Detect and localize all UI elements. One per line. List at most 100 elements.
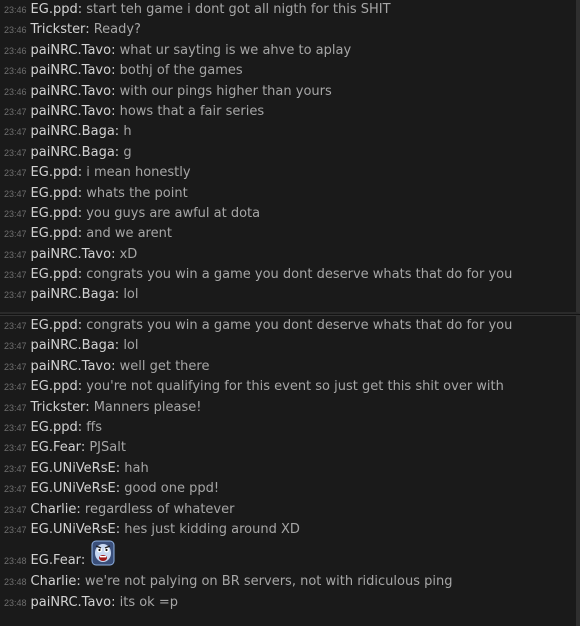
message-author[interactable]: paiNRC.Tavo bbox=[31, 247, 112, 262]
chat-message: 23:46 EG.ppd: start teh game i dont got a… bbox=[4, 2, 391, 17]
chat-message: 23:48 Charlie: we're not palying on BR se… bbox=[4, 574, 453, 590]
chat-log-lower: 23:47 EG.ppd: congrats you win a game you… bbox=[0, 315, 580, 626]
message-text: i mean honestly bbox=[86, 165, 191, 181]
message-text: we're not palying on BR servers, not wit… bbox=[84, 574, 453, 590]
message-text: bothj of the games bbox=[119, 63, 243, 79]
message-timestamp: 23:47 bbox=[4, 443, 27, 454]
chat-message: 23:48 paiNRC.Tavo: its ok =p bbox=[4, 594, 178, 610]
chat-message: 23:47 EG.ppd: you guys are awful at dota bbox=[4, 205, 261, 221]
message-author[interactable]: paiNRC.Tavo bbox=[31, 84, 112, 99]
message-timestamp: 23:48 bbox=[4, 556, 27, 567]
message-text: Ready? bbox=[93, 22, 141, 38]
message-timestamp: 23:47 bbox=[4, 147, 27, 158]
chat-message: 23:46 paiNRC.Tavo: bothj of the games bbox=[4, 63, 243, 79]
chat-message: 23:46 paiNRC.Tavo: what ur sayting is we … bbox=[4, 42, 352, 58]
message-author[interactable]: EG.ppd bbox=[31, 226, 78, 241]
message-timestamp: 23:47 bbox=[4, 402, 27, 413]
message-author[interactable]: EG.UNiVeRsE bbox=[31, 481, 116, 496]
chat-message: 23:47 EG.UNiVeRsE: hes just kidding aroun… bbox=[4, 521, 300, 537]
message-timestamp: 23:47 bbox=[4, 484, 27, 495]
message-text: good one ppd! bbox=[124, 481, 220, 497]
message-author[interactable]: EG.ppd bbox=[31, 165, 78, 180]
chat-message: 23:47 paiNRC.Tavo: hows that a fair serie… bbox=[4, 103, 265, 119]
message-author[interactable]: paiNRC.Tavo bbox=[31, 595, 112, 610]
message-text: regardless of whatever bbox=[84, 501, 235, 517]
chat-message: 23:47 EG.ppd: and we arent bbox=[4, 226, 172, 242]
message-author[interactable]: paiNRC.Tavo bbox=[31, 104, 112, 119]
message-text: hows that a fair series bbox=[119, 103, 265, 119]
message-author[interactable]: Charlie bbox=[31, 502, 77, 517]
message-timestamp: 23:46 bbox=[4, 86, 27, 97]
message-timestamp: 23:46 bbox=[4, 45, 27, 56]
message-text: hah bbox=[124, 460, 149, 476]
message-timestamp: 23:47 bbox=[4, 341, 27, 352]
message-timestamp: 23:47 bbox=[4, 290, 27, 301]
message-text: with our pings higher than yours bbox=[119, 83, 332, 99]
chat-message: 23:47 EG.ppd: congrats you win a game you… bbox=[4, 318, 513, 333]
message-author[interactable]: Charlie bbox=[31, 574, 77, 589]
chat-message: 23:48 EG.Fear: bbox=[0, 540, 576, 572]
message-author[interactable]: Trickster bbox=[31, 22, 86, 37]
chat-message: 23:47 EG.ppd: ffs bbox=[4, 419, 102, 435]
message-timestamp: 23:47 bbox=[4, 382, 27, 393]
message-text: you're not qualifying for this event so … bbox=[86, 379, 504, 395]
message-author[interactable]: EG.ppd bbox=[31, 379, 78, 394]
message-text: g bbox=[123, 144, 132, 160]
message-text: lol bbox=[123, 338, 139, 354]
message-timestamp: 23:46 bbox=[4, 5, 27, 15]
message-timestamp: 23:47 bbox=[4, 127, 27, 138]
message-author[interactable]: paiNRC.Tavo bbox=[31, 359, 112, 374]
message-author[interactable]: EG.Fear bbox=[31, 440, 81, 455]
message-author[interactable]: EG.UNiVeRsE bbox=[31, 461, 116, 476]
message-author[interactable]: EG.ppd bbox=[31, 267, 78, 282]
chat-message: 23:47 paiNRC.Baga: g bbox=[4, 144, 132, 160]
message-text: ffs bbox=[86, 419, 102, 435]
message-text: start teh game i dont got all nigth for … bbox=[86, 2, 391, 17]
message-timestamp: 23:47 bbox=[4, 168, 27, 179]
message-text: lol bbox=[123, 287, 139, 303]
message-text: whats the point bbox=[86, 185, 188, 201]
message-author[interactable]: EG.ppd bbox=[31, 2, 78, 17]
angry-face-emote-icon bbox=[91, 540, 115, 566]
message-text: Manners please! bbox=[93, 399, 202, 415]
message-text: xD bbox=[119, 246, 138, 262]
chat-message: 23:46 paiNRC.Tavo: with our pings higher … bbox=[4, 83, 332, 99]
message-timestamp: 23:47 bbox=[4, 524, 27, 535]
message-author[interactable]: Trickster bbox=[31, 400, 86, 415]
message-timestamp: 23:47 bbox=[4, 188, 27, 199]
message-timestamp: 23:47 bbox=[4, 422, 27, 433]
chat-message: 23:47 EG.UNiVeRsE: good one ppd! bbox=[4, 481, 220, 497]
message-author[interactable]: paiNRC.Tavo bbox=[31, 43, 112, 58]
message-author[interactable]: paiNRC.Tavo bbox=[31, 63, 112, 78]
message-author[interactable]: paiNRC.Baga bbox=[31, 145, 115, 160]
message-timestamp: 23:47 bbox=[4, 270, 27, 281]
message-author[interactable]: EG.ppd bbox=[31, 420, 78, 435]
message-author[interactable]: EG.Fear bbox=[31, 553, 81, 568]
message-author[interactable]: paiNRC.Baga bbox=[31, 287, 115, 302]
message-timestamp: 23:46 bbox=[4, 25, 27, 36]
message-timestamp: 23:47 bbox=[4, 249, 27, 260]
chat-message: 23:47 EG.ppd: whats the point bbox=[4, 185, 188, 201]
message-author[interactable]: EG.ppd bbox=[31, 186, 78, 201]
message-author[interactable]: paiNRC.Baga bbox=[31, 338, 115, 353]
message-text: congrats you win a game you dont deserve… bbox=[86, 267, 513, 283]
message-author[interactable]: EG.UNiVeRsE bbox=[31, 522, 116, 537]
chat-log-upper: 23:46 EG.ppd: start teh game i dont got a… bbox=[0, 0, 580, 314]
chat-message: 23:47 paiNRC.Baga: lol bbox=[4, 287, 139, 303]
chat-message: 23:46 Trickster: Ready? bbox=[4, 22, 141, 38]
message-author[interactable]: paiNRC.Baga bbox=[31, 124, 115, 139]
message-timestamp: 23:47 bbox=[4, 504, 27, 515]
message-text: what ur sayting is we ahve to aplay bbox=[119, 42, 352, 58]
message-timestamp: 23:46 bbox=[4, 66, 27, 77]
message-text: and we arent bbox=[86, 226, 172, 242]
chat-message: 23:47 paiNRC.Tavo: well get there bbox=[4, 358, 210, 374]
message-timestamp: 23:47 bbox=[4, 229, 27, 240]
chat-message: 23:47 EG.UNiVeRsE: hah bbox=[4, 460, 149, 476]
message-text: PJSalt bbox=[89, 440, 126, 456]
message-text: h bbox=[123, 124, 132, 140]
chat-message: 23:47 Trickster: Manners please! bbox=[4, 399, 202, 415]
message-author[interactable]: EG.ppd bbox=[31, 318, 78, 333]
message-text: well get there bbox=[119, 358, 210, 374]
message-author[interactable]: EG.ppd bbox=[31, 206, 78, 221]
message-text: hes just kidding around XD bbox=[124, 521, 300, 537]
